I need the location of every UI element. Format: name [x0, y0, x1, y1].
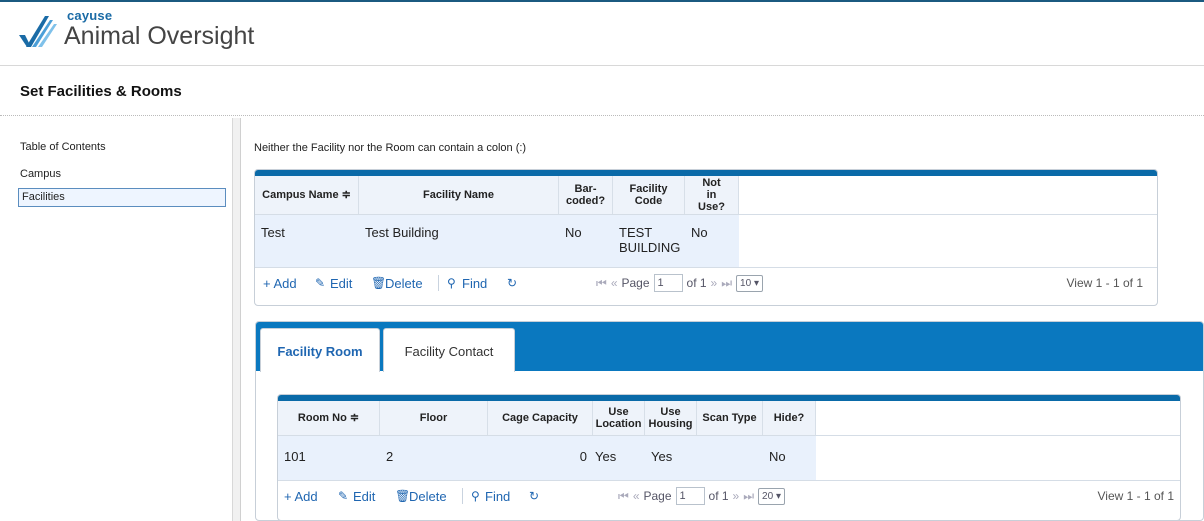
cell-campus-name: Test: [255, 215, 359, 267]
prev-page-icon[interactable]: «: [611, 276, 618, 290]
col-floor[interactable]: Floor: [380, 401, 488, 435]
search-icon[interactable]: ⚲: [447, 276, 456, 290]
sidebar-item-facilities[interactable]: Facilities: [18, 188, 226, 207]
sidebar-item-campus[interactable]: Campus: [20, 168, 61, 180]
rows-per-page-select[interactable]: 20 ▾: [758, 487, 785, 505]
facilities-pager: + Add ✎ Edit 🗑 Delete ⚲ Find ↻ ⏮ « Page …: [255, 267, 1157, 299]
page-label: Page: [621, 276, 650, 290]
cell-cage-capacity: 0: [488, 436, 593, 480]
rooms-pager: + Add ✎ Edit 🗑 Delete ⚲ Find ↻ ⏮ « Page …: [278, 480, 1180, 514]
cell-not-in-use: No: [685, 215, 739, 267]
facilities-grid: Campus Name ≑ Facility Name Bar-coded? F…: [254, 169, 1158, 306]
last-page-icon[interactable]: ⏭: [721, 276, 732, 291]
edit-facility-button[interactable]: Edit: [330, 276, 352, 291]
edit-room-button[interactable]: Edit: [353, 489, 375, 504]
trash-icon[interactable]: 🗑: [395, 489, 410, 503]
next-page-icon[interactable]: »: [711, 276, 718, 290]
rooms-grid-header: Room No ≑ Floor Cage Capacity Use Locati…: [278, 401, 1180, 436]
cell-use-housing: Yes: [645, 436, 697, 480]
edit-icon[interactable]: ✎: [338, 489, 348, 503]
col-hide[interactable]: Hide?: [763, 401, 816, 435]
col-campus-name[interactable]: Campus Name ≑: [255, 176, 359, 214]
view-count: View 1 - 1 of 1: [1097, 489, 1175, 503]
tab-facility-room[interactable]: Facility Room: [260, 328, 380, 372]
pagination: ⏮ « Page 1 of 1 » ⏭ 10 ▾: [596, 274, 763, 292]
first-page-icon[interactable]: ⏮: [596, 276, 607, 291]
rows-per-page-select[interactable]: 10 ▾: [736, 274, 763, 292]
col-room-no[interactable]: Room No ≑: [278, 401, 380, 435]
table-row[interactable]: Test Test Building No TEST BUILDING No: [255, 215, 1157, 267]
add-facility-button[interactable]: + Add: [263, 276, 297, 291]
page-number-input[interactable]: 1: [675, 487, 705, 505]
delete-facility-button[interactable]: Delete: [385, 276, 423, 291]
delete-room-button[interactable]: Delete: [409, 489, 447, 504]
first-page-icon[interactable]: ⏮: [618, 489, 629, 504]
page-number-input[interactable]: 1: [653, 274, 683, 292]
tab-facility-contact[interactable]: Facility Contact: [383, 328, 515, 372]
table-row[interactable]: 101 2 0 Yes Yes No: [278, 436, 1180, 480]
refresh-icon[interactable]: ↻: [507, 276, 517, 290]
col-not-in-use[interactable]: Not in Use?: [685, 176, 739, 214]
cell-hide: No: [763, 436, 816, 480]
pagination: ⏮ « Page 1 of 1 » ⏭ 20 ▾: [618, 487, 785, 505]
tab-bar: Facility Room Facility Contact: [256, 322, 1203, 372]
find-facility-button[interactable]: Find: [462, 276, 487, 291]
refresh-icon[interactable]: ↻: [529, 489, 539, 503]
col-use-location[interactable]: Use Location: [593, 401, 645, 435]
col-scan-type[interactable]: Scan Type: [697, 401, 763, 435]
colon-note: Neither the Facility nor the Room can co…: [254, 142, 527, 154]
col-facility-code[interactable]: Facility Code: [613, 176, 685, 214]
page-header: Set Facilities & Rooms: [0, 66, 1204, 116]
edit-icon[interactable]: ✎: [315, 276, 325, 290]
col-cage-capacity[interactable]: Cage Capacity: [488, 401, 593, 435]
sidebar: Table of Contents Campus Facilities: [0, 118, 233, 521]
last-page-icon[interactable]: ⏭: [743, 489, 754, 504]
view-count: View 1 - 1 of 1: [1066, 276, 1144, 290]
col-facility-name[interactable]: Facility Name: [359, 176, 559, 214]
brand-title: Animal Oversight: [64, 22, 255, 50]
cell-scan-type: [697, 436, 763, 480]
add-room-button[interactable]: + Add: [284, 489, 318, 504]
rooms-grid: Room No ≑ Floor Cage Capacity Use Locati…: [277, 394, 1181, 521]
cell-room-no: 101: [278, 436, 380, 480]
find-room-button[interactable]: Find: [485, 489, 510, 504]
prev-page-icon[interactable]: «: [633, 489, 640, 503]
col-barcoded[interactable]: Bar-coded?: [559, 176, 613, 214]
pane-splitter[interactable]: [233, 118, 241, 521]
page-total: of 1: [686, 276, 707, 290]
page-title: Set Facilities & Rooms: [20, 83, 182, 100]
page-label: Page: [643, 489, 672, 503]
page-total: of 1: [708, 489, 729, 503]
col-use-housing[interactable]: Use Housing: [645, 401, 697, 435]
facility-tabs-panel: Facility Room Facility Contact Room No ≑…: [255, 321, 1204, 521]
cell-facility-name: Test Building: [359, 215, 559, 267]
cell-floor: 2: [380, 436, 488, 480]
cell-barcoded: No: [559, 215, 613, 267]
cayuse-logo-icon: [19, 16, 57, 47]
cell-facility-code: TEST BUILDING: [613, 215, 685, 267]
trash-icon[interactable]: 🗑: [371, 276, 386, 290]
cell-use-location: Yes: [593, 436, 645, 480]
facilities-grid-header: Campus Name ≑ Facility Name Bar-coded? F…: [255, 176, 1157, 215]
table-of-contents-heading: Table of Contents: [20, 141, 106, 153]
brand-small: cayuse: [67, 8, 113, 23]
app-header: cayuse Animal Oversight: [0, 0, 1204, 66]
search-icon[interactable]: ⚲: [471, 489, 480, 503]
next-page-icon[interactable]: »: [733, 489, 740, 503]
